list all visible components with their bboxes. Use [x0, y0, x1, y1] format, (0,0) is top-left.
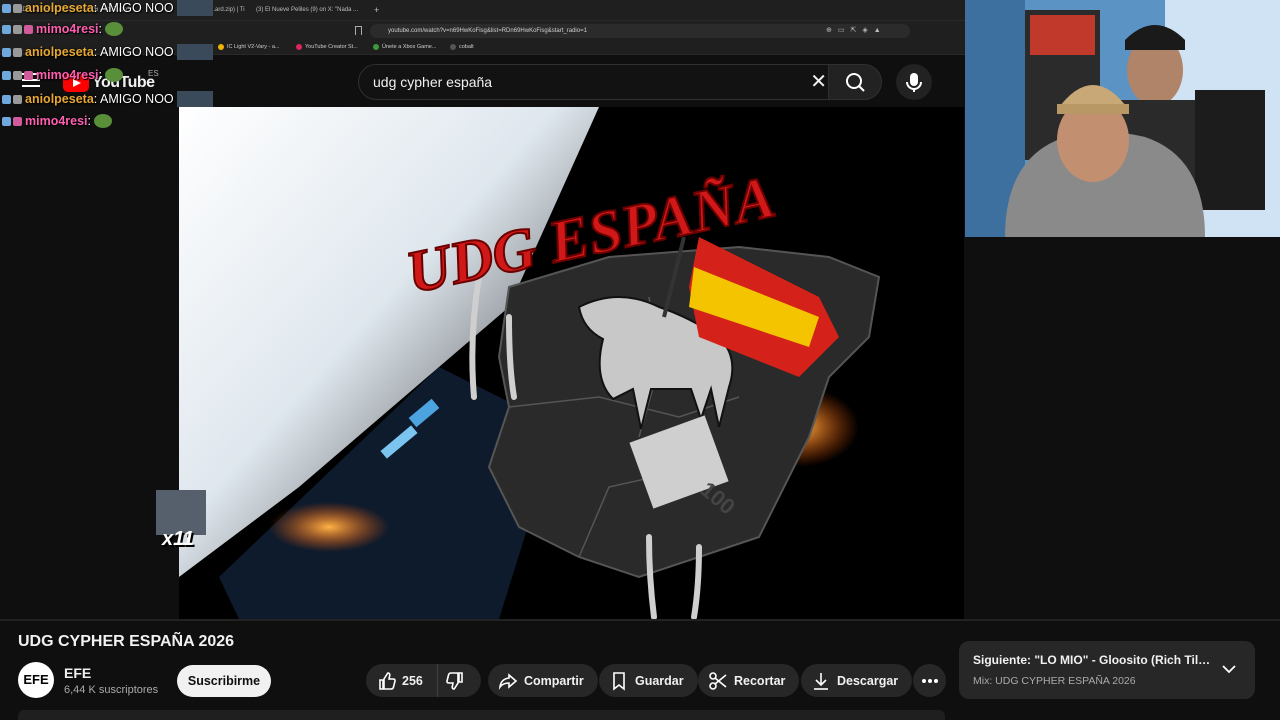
- channel-avatar[interactable]: EFE: [18, 662, 54, 698]
- chat-message: aniolpeseta: AMIGO NOO: [2, 0, 213, 16]
- chat-message: aniolpeseta: AMIGO NOO: [2, 44, 213, 60]
- chat-message: mimo4resi:: [2, 22, 124, 36]
- more-dots-icon: [921, 678, 938, 683]
- up-next-card[interactable]: Siguiente: "LO MIO" - Gloosito (Rich Til…: [959, 641, 1255, 699]
- browser-toolbar-icons[interactable]: ⊕▭⇱◈▲: [826, 26, 887, 34]
- webcam-image: [965, 0, 1280, 237]
- bookmark-item[interactable]: IC Light V2-Vary - a...: [218, 42, 279, 52]
- up-next-title: Siguiente: "LO MIO" - Gloosito (Rich Til…: [973, 653, 1213, 667]
- video-player[interactable]: 100 UDG ESPAÑA: [179, 107, 964, 619]
- browser-address-bar: youtube.com/watch?v=n69HwKoFisg&list=RDn…: [0, 20, 965, 41]
- combo-count: x11: [162, 528, 194, 550]
- search-query-text: udg cypher españa: [373, 74, 493, 90]
- bookmark-item[interactable]: cobalt: [450, 42, 474, 52]
- chat-badges: [2, 116, 22, 126]
- chat-username: aniolpeseta: [25, 45, 94, 59]
- chat-message: mimo4resi:: [2, 68, 124, 82]
- chat-message: aniolpeseta: AMIGO NOO: [2, 91, 213, 107]
- webcam-overlay: [965, 0, 1280, 237]
- chat-username: mimo4resi: [25, 114, 88, 128]
- pepe-emote-icon: [94, 114, 113, 128]
- browser-tab[interactable]: (3) El Nueve Peliles (9) on X: "Nada ...: [256, 3, 366, 18]
- share-button[interactable]: Compartir: [488, 664, 598, 697]
- emote-combo-badge: x11: [156, 490, 206, 554]
- chat-text: :: [87, 114, 92, 128]
- chat-badges: [2, 3, 22, 13]
- chevron-down-icon[interactable]: [1221, 661, 1237, 677]
- subscriber-count: 6,44 K suscriptores: [64, 684, 159, 696]
- chat-text: : AMIGO NOO: [93, 92, 174, 106]
- description-panel-edge: [18, 710, 945, 720]
- microphone-icon: [906, 73, 922, 92]
- bookmark-item[interactable]: Únete a Xbox Game...: [373, 42, 436, 52]
- chat-text: :: [98, 68, 103, 82]
- chat-text: :: [98, 22, 103, 36]
- chat-emote-image: [176, 0, 213, 16]
- chat-text: : AMIGO NOO: [93, 45, 174, 59]
- search-button[interactable]: [828, 64, 882, 100]
- subscribe-button[interactable]: Suscribirme: [177, 665, 271, 697]
- chat-username: mimo4resi: [36, 22, 99, 36]
- search-input[interactable]: udg cypher españa ✕: [358, 64, 838, 100]
- pepe-emote-icon: [105, 22, 124, 36]
- chat-username: mimo4resi: [36, 68, 99, 82]
- clip-button[interactable]: Recortar: [698, 664, 800, 697]
- bookmark-star-icon[interactable]: [355, 26, 362, 35]
- chat-emote-image: [176, 91, 213, 107]
- video-frame: 100 UDG ESPAÑA: [179, 107, 964, 619]
- up-next-subtitle: Mix: UDG CYPHER ESPAÑA 2026: [973, 675, 1136, 687]
- browser-tab[interactable]: ...ard.zip) | Ti: [210, 3, 250, 18]
- more-actions-button[interactable]: [913, 664, 946, 697]
- chat-username: aniolpeseta: [25, 92, 94, 106]
- chat-emote-image: [176, 44, 213, 60]
- bookmark-icon: [613, 671, 625, 691]
- clear-search-icon[interactable]: ✕: [810, 71, 827, 93]
- voice-search-button[interactable]: [896, 64, 932, 100]
- thumbs-down-icon: [446, 671, 463, 690]
- chat-message: mimo4resi:: [2, 114, 113, 128]
- download-label: Descargar: [837, 673, 899, 688]
- clip-label: Recortar: [734, 673, 786, 688]
- save-label: Guardar: [635, 673, 684, 688]
- new-tab-button[interactable]: +: [374, 3, 384, 18]
- download-button[interactable]: Descargar: [801, 664, 913, 697]
- bookmark-item[interactable]: YouTube Creator St...: [296, 42, 358, 52]
- pepe-emote-icon: [105, 68, 124, 82]
- video-title: UDG CYPHER ESPAÑA 2026: [18, 633, 235, 650]
- like-count: 256: [402, 673, 423, 688]
- download-icon: [814, 672, 828, 690]
- share-label: Compartir: [524, 673, 584, 688]
- dislike-button[interactable]: [438, 664, 480, 697]
- scissors-icon: [709, 671, 727, 690]
- like-button[interactable]: 256: [366, 664, 438, 697]
- chat-badges: [2, 47, 22, 57]
- chat-text: : AMIGO NOO: [93, 1, 174, 15]
- like-dislike-group: 256: [366, 664, 481, 697]
- chat-badges: [2, 24, 33, 34]
- share-icon: [498, 672, 518, 690]
- channel-name[interactable]: EFE: [64, 665, 91, 681]
- country-code: ES: [148, 69, 159, 78]
- thumbs-up-icon: [379, 671, 396, 690]
- chat-badges: [2, 94, 22, 104]
- search-icon: [846, 73, 865, 92]
- save-button[interactable]: Guardar: [599, 664, 698, 697]
- chat-username: aniolpeseta: [25, 1, 94, 15]
- chat-badges: [2, 70, 33, 80]
- video-progress-bar[interactable]: [0, 619, 1280, 621]
